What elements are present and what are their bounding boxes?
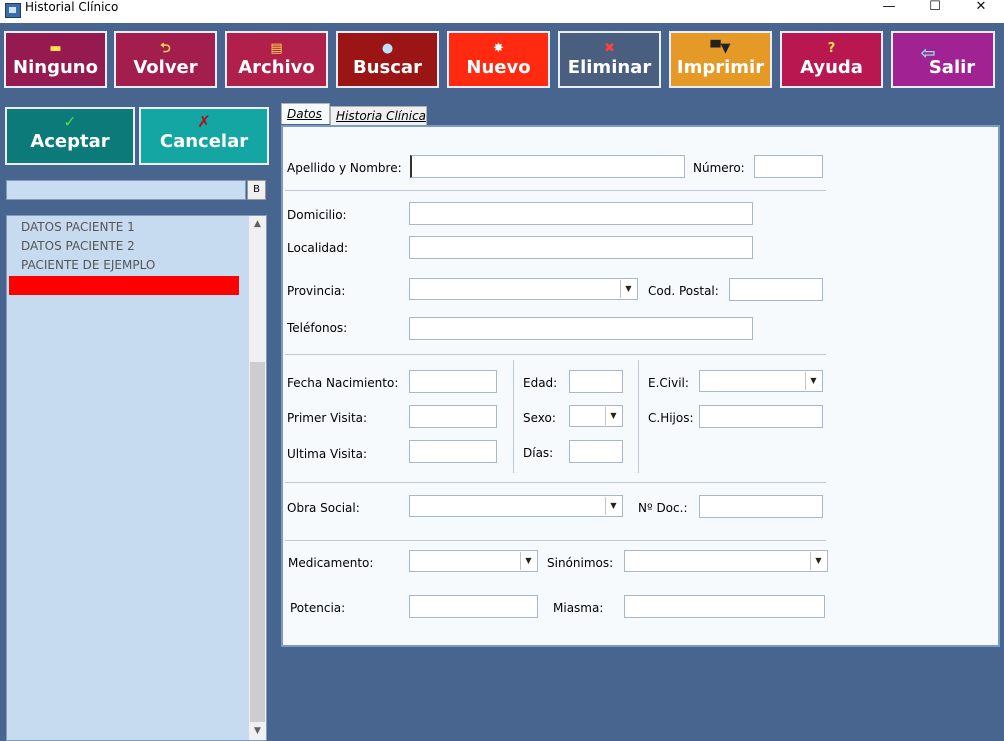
file-cabinet-icon: ▤ [270,41,283,56]
primer-visita-field[interactable] [409,405,497,428]
minimize-button[interactable]: — [866,0,912,15]
list-item[interactable]: DATOS PACIENTE 2 [21,238,135,254]
divider [285,482,826,483]
telefonos-label: Teléfonos: [287,321,348,335]
tab-historia-clinica[interactable]: Historia Clínica [330,106,427,125]
obra-social-label: Obra Social: [287,501,360,515]
new-document-icon: ✸ [493,41,504,56]
chevron-down-icon[interactable]: ▼ [620,280,636,298]
medicamento-select[interactable]: ▼ [409,550,538,572]
sexo-select[interactable]: ▼ [569,405,623,427]
window-title: Historial Clínico [25,0,119,14]
folder-icon: ▬ [49,41,62,56]
salir-button[interactable]: ⇦ Salir [891,31,995,88]
toolbar: ▬ Ninguno ⮌ Volver ▤ Archivo ● Buscar ✸ … [0,23,1004,98]
maximize-button[interactable]: ☐ [912,0,958,15]
close-button[interactable]: ✕ [958,0,1004,15]
chijos-label: C.Hijos: [648,411,694,425]
eliminar-button[interactable]: ✖ Eliminar [558,31,661,88]
provincia-select[interactable]: ▼ [409,278,638,300]
fecha-nacimiento-label: Fecha Nacimiento: [287,376,399,390]
selected-list-item[interactable] [9,276,239,295]
magnifier-icon: ● [381,41,394,56]
delete-folder-icon: ✖ [604,41,615,56]
obra-social-select[interactable]: ▼ [409,495,623,517]
ninguno-button[interactable]: ▬ Ninguno [4,31,107,88]
sinonimos-label: Sinónimos: [547,556,614,570]
ultima-visita-label: Ultima Visita: [287,447,367,461]
left-panel: ✓ Aceptar ✗ Cancelar B DATOS PACIENTE 1 … [0,98,276,741]
list-item[interactable]: PACIENTE DE EJEMPLO [21,257,155,273]
chevron-down-icon[interactable]: ▼ [605,497,621,515]
miasma-field[interactable] [624,595,825,618]
sexo-label: Sexo: [523,411,556,425]
edad-label: Edad: [523,376,558,390]
search-button[interactable]: B [247,180,266,200]
localidad-field[interactable] [409,236,753,259]
tab-datos[interactable]: Datos [281,103,330,124]
localidad-label: Localidad: [287,241,349,255]
imprimir-button[interactable]: ▀▼ Imprimir [669,31,772,88]
cod-postal-label: Cod. Postal: [648,284,719,298]
patient-form: Apellido y Nombre: Número: Domicilio: Lo… [281,125,1000,647]
edad-field[interactable] [569,370,623,393]
search-input[interactable] [6,180,246,200]
app-icon [5,3,21,18]
patient-list[interactable]: DATOS PACIENTE 1 DATOS PACIENTE 2 PACIEN… [6,215,267,741]
dias-label: Días: [523,446,554,460]
cod-postal-field[interactable] [729,278,823,301]
provincia-label: Provincia: [287,284,346,298]
printer-icon: ▀▼ [710,41,731,56]
nro-doc-label: Nº Doc.: [638,501,688,515]
fecha-nacimiento-field[interactable] [409,370,497,393]
chevron-down-icon[interactable]: ▼ [605,407,621,425]
volver-button[interactable]: ⮌ Volver [114,31,217,88]
numero-label: Número: [693,161,745,175]
ecivil-select[interactable]: ▼ [699,370,823,392]
potencia-field[interactable] [409,595,538,618]
medicamento-label: Medicamento: [288,556,374,570]
apellido-nombre-field[interactable] [410,155,685,178]
buscar-button[interactable]: ● Buscar [336,31,439,88]
primer-visita-label: Primer Visita: [287,411,368,425]
numero-field[interactable] [754,155,823,178]
apellido-nombre-label: Apellido y Nombre: [287,161,402,175]
archivo-button[interactable]: ▤ Archivo [225,31,328,88]
divider [285,190,826,191]
checkmark-icon: ✓ [63,112,77,131]
telefonos-field[interactable] [409,317,753,340]
domicilio-label: Domicilio: [287,208,347,222]
divider [285,540,826,541]
sinonimos-select[interactable]: ▼ [624,550,828,572]
chevron-down-icon[interactable]: ▼ [520,552,536,570]
ultima-visita-field[interactable] [409,440,497,463]
back-arrow-icon: ⮌ [160,41,171,56]
list-scrollbar[interactable]: ▲ ▼ [249,216,266,740]
scroll-down-icon[interactable]: ▼ [249,723,266,740]
aceptar-button[interactable]: ✓ Aceptar [5,107,135,165]
list-item[interactable]: DATOS PACIENTE 1 [21,219,135,235]
cross-icon: ✗ [197,112,211,131]
chijos-field[interactable] [699,405,823,428]
divider [513,360,514,473]
ecivil-label: E.Civil: [648,376,689,390]
divider [638,360,639,473]
scroll-up-icon[interactable]: ▲ [249,216,266,233]
chevron-down-icon[interactable]: ▼ [810,552,826,570]
nro-doc-field[interactable] [699,495,823,518]
domicilio-field[interactable] [409,202,753,225]
ayuda-button[interactable]: ? Ayuda [780,31,883,88]
cancelar-button[interactable]: ✗ Cancelar [139,107,269,165]
potencia-label: Potencia: [290,601,346,615]
title-bar: Historial Clínico — ☐ ✕ [0,0,1004,23]
nuevo-button[interactable]: ✸ Nuevo [447,31,550,88]
miasma-label: Miasma: [553,601,604,615]
scroll-thumb[interactable] [250,362,265,722]
question-icon: ? [827,41,836,56]
chevron-down-icon[interactable]: ▼ [805,372,821,390]
divider [285,354,826,355]
dias-field[interactable] [569,440,623,463]
